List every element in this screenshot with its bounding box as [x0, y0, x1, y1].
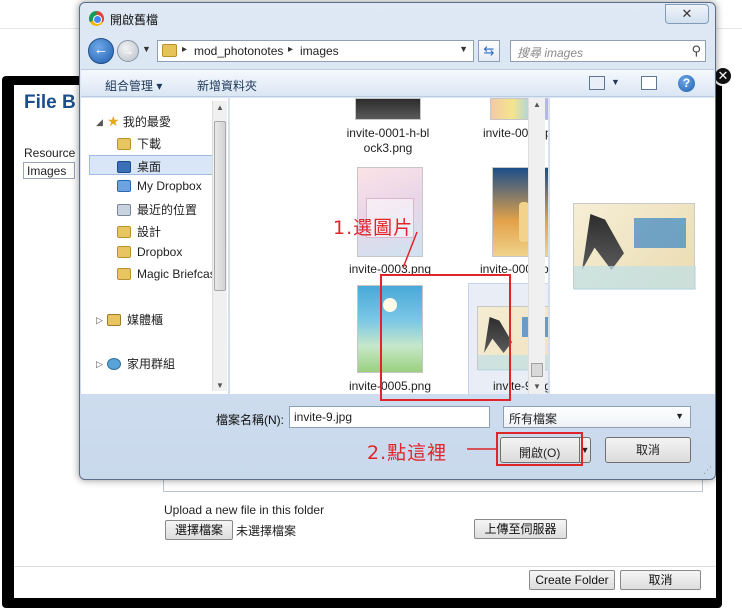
file-list-panel [163, 480, 703, 492]
chevron-right-icon[interactable]: ▸ [182, 44, 187, 55]
star-icon: ★ [107, 113, 120, 129]
folder-icon [117, 268, 131, 280]
annotation-arrow-1 [402, 231, 418, 269]
filetype-select[interactable]: 所有檔案 ▼ [503, 406, 691, 428]
nav-item-desktop[interactable]: 桌面 [89, 155, 213, 175]
filename-label: 檔案名稱(N): [216, 413, 284, 427]
dropbox-icon [117, 180, 131, 192]
upload-button[interactable]: 上傳至伺服器 [474, 519, 567, 539]
resource-label: Resource [24, 146, 76, 160]
address-bar[interactable]: ▸ mod_photonotes ▸ images ▼ [157, 40, 474, 62]
nav-scrollbar[interactable]: ▲ ▼ [212, 101, 227, 391]
no-file-text: 未選擇檔案 [236, 524, 297, 538]
folder-icon [117, 138, 131, 150]
history-dropdown-icon[interactable]: ▼ [142, 44, 151, 54]
chevron-down-icon[interactable]: ▼ [675, 411, 684, 421]
command-bar: 組合管理 ▾ 新增資料夾 ▼ ? [81, 69, 714, 97]
close-icon[interactable]: ✕ [713, 66, 733, 86]
dialog-title: 開啟舊檔 [110, 13, 159, 27]
scroll-down-icon[interactable]: ▼ [533, 382, 541, 391]
folder-icon [117, 226, 131, 238]
nav-homegroup[interactable]: 家用群組 [107, 355, 175, 372]
choose-file-button[interactable]: 選擇檔案 [165, 520, 233, 540]
scroll-up-icon[interactable]: ▲ [533, 100, 541, 109]
chevron-right-icon[interactable]: ▸ [288, 44, 293, 55]
back-arrow-icon[interactable]: ← [88, 38, 114, 64]
dialog-cancel-button[interactable]: 取消 [605, 437, 691, 463]
desktop-icon [117, 161, 131, 173]
nav-item-design[interactable]: 設計 [117, 223, 161, 240]
create-folder-button[interactable]: Create Folder [529, 570, 615, 590]
recent-places-icon [117, 204, 131, 216]
preview-band [574, 266, 696, 290]
collapse-arrow-icon[interactable]: ▷ [96, 359, 103, 370]
folder-icon [162, 44, 177, 57]
help-icon[interactable]: ? [678, 75, 695, 92]
file-item-invite-0001[interactable]: invite-0001-h-bl ock3.png [342, 126, 434, 156]
preview-image [573, 203, 696, 290]
file-browser-title: File B [24, 92, 76, 113]
nav-item-recent-places[interactable]: 最近的位置 [117, 201, 197, 218]
resize-grip-icon[interactable]: ⋰ [703, 465, 712, 476]
files-scroll-thumb[interactable] [531, 363, 543, 377]
preview-pane [549, 98, 715, 394]
forward-arrow-icon[interactable]: → [117, 40, 139, 62]
new-folder-button[interactable]: 新增資料夾 [197, 77, 257, 94]
window-close-button[interactable]: ✕ [665, 4, 709, 24]
view-dropdown-icon[interactable]: ▼ [611, 77, 620, 87]
homegroup-icon [107, 358, 121, 370]
nav-scroll-thumb[interactable] [214, 121, 226, 291]
annotation-box-open-button [496, 432, 583, 466]
scroll-up-icon[interactable]: ▲ [216, 103, 224, 112]
nav-favorites[interactable]: ★ 我的最愛 [107, 113, 171, 130]
upload-label: Upload a new file in this folder [164, 503, 325, 517]
view-mode-icon[interactable] [589, 76, 605, 90]
file-thumbnail[interactable] [355, 98, 421, 120]
scroll-down-icon[interactable]: ▼ [216, 381, 224, 390]
modal-cancel-button[interactable]: 取消 [620, 570, 701, 590]
breadcrumb-images[interactable]: images [300, 44, 339, 58]
libraries-icon [107, 314, 121, 326]
search-input[interactable]: 搜尋 images ⚲ [510, 40, 706, 62]
preview-pane-icon[interactable] [641, 76, 657, 90]
navigation-pane: ◢ ★ 我的最愛 下載 桌面 My Dropbox 最近的位置 設計 Dropb… [81, 98, 229, 394]
nav-item-my-dropbox[interactable]: My Dropbox [117, 179, 202, 193]
files-scrollbar[interactable]: ▲ ▼ [528, 98, 545, 394]
annotation-box-select-image [380, 274, 511, 401]
nav-item-magic-briefcase[interactable]: Magic Briefcase [117, 267, 222, 281]
annotation-arrow-2 [467, 448, 497, 450]
nav-libraries[interactable]: 媒體櫃 [107, 311, 163, 328]
refresh-icon[interactable]: ⇆ [478, 40, 500, 62]
expand-arrow-icon[interactable]: ◢ [96, 117, 103, 128]
filename-input[interactable]: invite-9.jpg [289, 406, 490, 428]
preview-figure [582, 214, 624, 270]
nav-item-downloads[interactable]: 下載 [117, 135, 161, 152]
address-row: ← → ▼ ▸ mod_photonotes ▸ images ▼ ⇆ 搜尋 i… [80, 35, 715, 65]
organize-menu[interactable]: 組合管理 ▾ [105, 77, 162, 94]
resource-select[interactable]: Images [23, 162, 75, 179]
search-icon[interactable]: ⚲ [691, 43, 701, 59]
chrome-icon [89, 11, 104, 26]
nav-item-dropbox[interactable]: Dropbox [117, 245, 182, 259]
breadcrumb-mod-photonotes[interactable]: mod_photonotes [194, 44, 283, 58]
address-dropdown-icon[interactable]: ▼ [459, 44, 468, 54]
search-placeholder: 搜尋 images [517, 46, 584, 60]
preview-date-block [634, 218, 686, 248]
collapse-arrow-icon[interactable]: ▷ [96, 315, 103, 326]
dialog-titlebar: 開啟舊檔 ✕ [80, 3, 715, 33]
folder-icon [117, 246, 131, 258]
annotation-step2-text: 2.點這裡 [367, 442, 448, 464]
